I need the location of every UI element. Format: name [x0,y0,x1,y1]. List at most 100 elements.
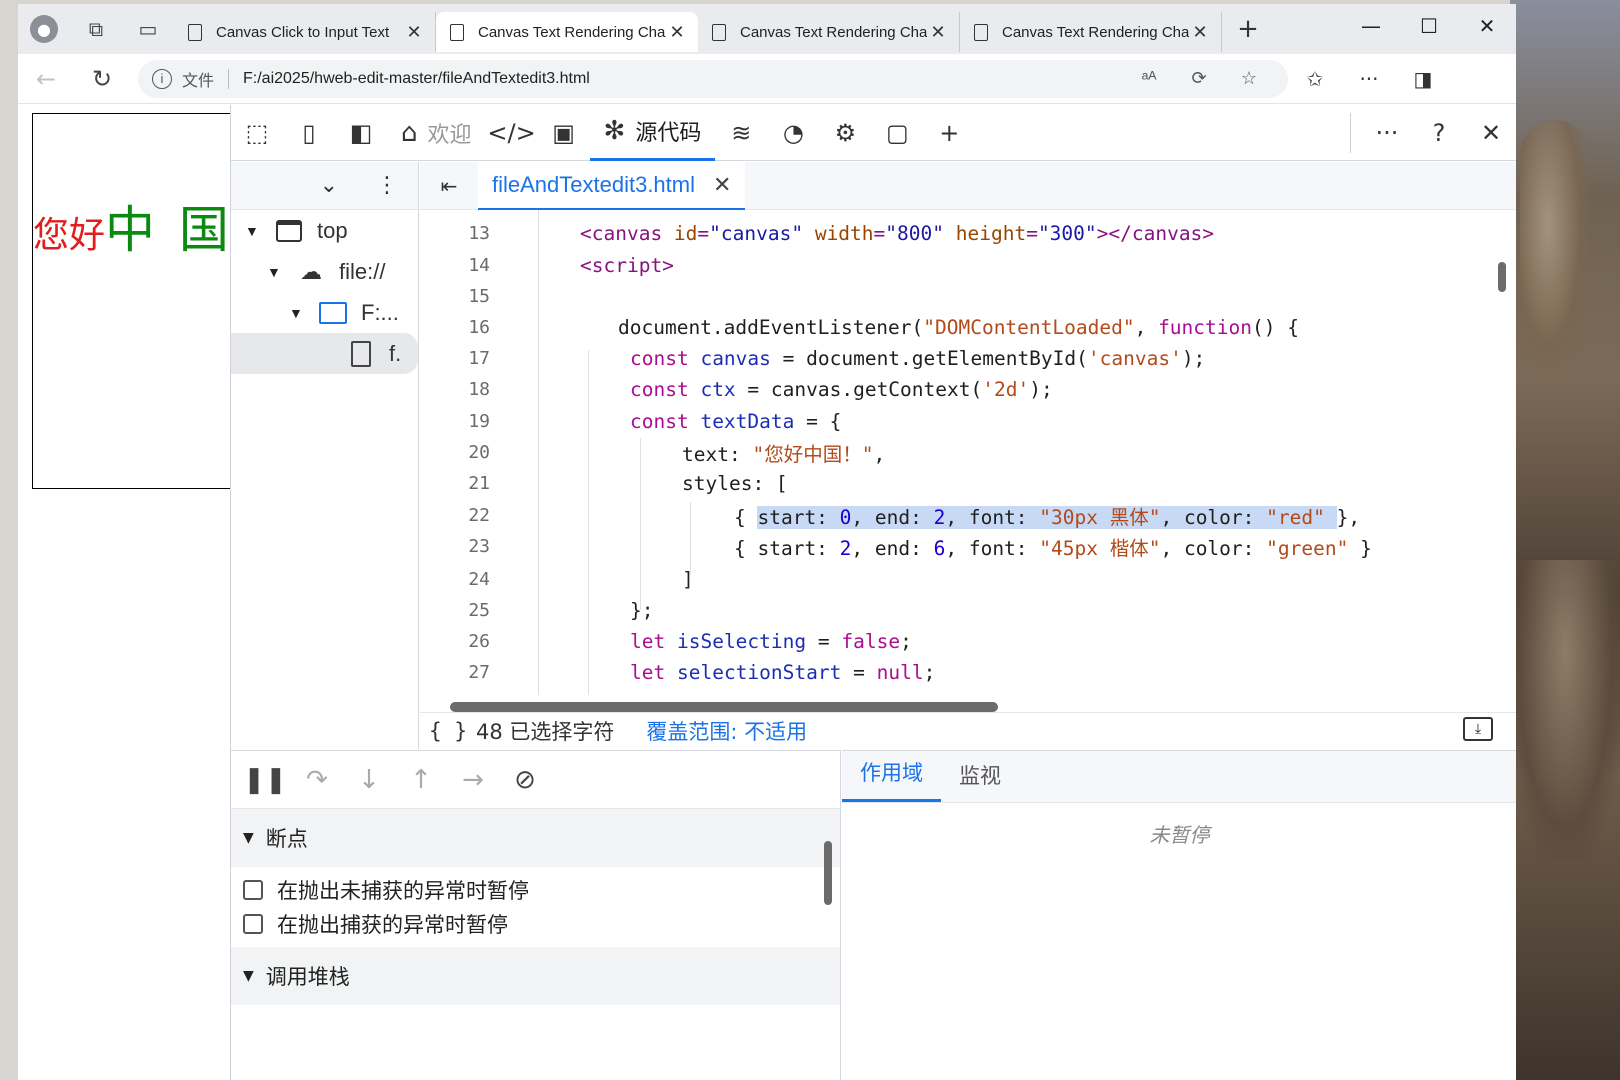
more-menu-icon[interactable]: ··· [1342,67,1396,91]
tab-title: Canvas Text Rendering Cha [478,23,666,41]
back-button[interactable]: ← [18,65,74,93]
expanded-triangle-icon[interactable]: ▼ [289,305,307,321]
pretty-print-button[interactable]: { } [420,719,476,743]
close-tab-icon[interactable]: ✕ [403,22,425,43]
close-tab-icon[interactable]: ✕ [666,22,688,43]
browser-tab-active[interactable]: Canvas Text Rendering Cha ✕ [436,12,698,52]
tab-sources[interactable]: ✻ 源代码 [589,105,716,161]
inspect-icon[interactable]: ⬚ [231,105,283,161]
line-number: 26 [468,631,490,652]
info-icon[interactable]: i [152,68,172,89]
url-text[interactable]: F:/ai2025/hweb-edit-master/fileAndTexted… [243,70,1124,88]
pause-caught-option[interactable]: 在抛出捕获的异常时暂停 [231,907,840,941]
toggle-navigator-icon[interactable]: ⇤ [420,174,478,198]
code-text: document.addEventListener("DOMContentLoa… [618,316,1299,339]
scroll-thumb[interactable] [450,702,998,712]
device-emulation-icon[interactable]: ▯ [283,105,335,161]
download-icon[interactable]: ⤓ [1463,717,1493,741]
step-over-icon[interactable]: ↷ [291,765,343,795]
line-number: 13 [468,223,490,244]
profile-button[interactable]: ● [18,4,70,54]
minimize-button[interactable]: — [1342,4,1400,50]
reload-button[interactable]: ↻ [74,65,130,93]
browser-tab[interactable]: Canvas Text Rendering Cha ✕ [960,12,1222,52]
canvas-red-text: 您好 [33,215,106,256]
horizontal-scrollbar[interactable] [444,700,1444,712]
close-file-icon[interactable]: ✕ [713,172,731,198]
code-line: 14 <script> [420,250,1500,281]
scroll-thumb[interactable] [824,841,832,905]
code-area[interactable]: 13 <canvas id="canvas" width="800" heigh… [420,210,1500,695]
dock-icon[interactable]: ◧ [335,105,387,161]
favorites-icon[interactable]: ✩ [1288,67,1342,91]
elements-icon[interactable]: </> [486,105,538,161]
close-tab-icon[interactable]: ✕ [1189,22,1211,43]
sidebar-toggle-icon[interactable]: ◨ [1396,67,1450,91]
pause-uncaught-option[interactable]: 在抛出未捕获的异常时暂停 [231,873,840,907]
line-number: 16 [468,317,490,338]
step-into-icon[interactable]: ↓ [343,765,395,795]
chevron-down-icon[interactable]: ⌄ [320,173,338,198]
checkbox[interactable] [243,880,263,900]
close-devtools-icon[interactable]: ✕ [1465,105,1516,161]
debugger-controls: ❚❚ ↷ ↓ ↑ → ⊘ [231,751,840,809]
editor-file-tab[interactable]: fileAndTextedit3.html ✕ [478,161,746,210]
callstack-section-header[interactable]: ▼ 调用堆栈 [231,947,840,1005]
section-title: 调用堆栈 [265,965,350,989]
cloud-icon: ☁ [300,258,322,284]
read-aloud-icon[interactable]: ᵃᴬ [1124,68,1174,89]
tree-node-file-scheme[interactable]: ▼ ☁ file:// [231,251,418,292]
expanded-triangle-icon[interactable]: ▼ [267,264,285,280]
performance-icon[interactable]: ◔ [767,105,819,161]
checkbox[interactable] [243,914,263,934]
tree-node-label: F:... [361,299,399,325]
pause-icon[interactable]: ❚❚ [239,765,291,795]
deactivate-breakpoints-icon[interactable]: ⊘ [499,765,551,795]
help-icon[interactable]: ? [1413,105,1465,161]
console-icon[interactable]: ▣ [538,105,590,161]
line-number: 17 [468,348,490,369]
step-out-icon[interactable]: ↑ [395,765,447,795]
address-bar[interactable]: i 文件 F:/ai2025/hweb-edit-master/fileAndT… [138,59,1288,98]
tab-scope[interactable]: 作用域 [842,757,941,802]
expanded-triangle-icon: ▼ [243,830,254,846]
close-window-button[interactable]: ✕ [1458,4,1516,50]
workspaces-button[interactable]: ⧉ [70,4,122,54]
favorite-star-icon[interactable]: ☆ [1224,68,1274,89]
more-options-icon[interactable]: ··· [1361,105,1413,161]
tab-watch[interactable]: 监视 [941,760,1019,802]
browser-tab[interactable]: Canvas Click to Input Text ✕ [174,12,436,52]
scroll-thumb[interactable] [1498,262,1506,292]
tree-node-file[interactable]: f. [231,333,418,374]
navigator-header: ⌄ ⋮ [231,162,418,210]
step-icon[interactable]: → [447,765,499,795]
breakpoints-section-header[interactable]: ▼ 断点 [231,809,840,867]
browser-tab[interactable]: Canvas Text Rendering Cha ✕ [698,12,960,52]
line-number: 22 [468,505,490,526]
code-line: 27 let selectionStart = null; [420,657,1500,688]
code-line: 21 styles: [ [420,468,1500,499]
text-canvas[interactable]: 您好中 国 [32,113,242,489]
vertical-scrollbar[interactable] [1497,218,1507,688]
code-text: const canvas = document.getElementById('… [630,347,1206,370]
new-tab-button[interactable]: + [1228,14,1268,44]
application-icon[interactable]: ▢ [871,105,923,161]
expanded-triangle-icon[interactable]: ▼ [245,223,263,239]
tab-welcome[interactable]: ⌂ 欢迎 [387,105,486,161]
tab-actions-button[interactable]: ▭ [122,4,174,54]
more-tools-icon[interactable]: + [923,105,975,161]
network-icon[interactable]: ≋ [715,105,767,161]
maximize-button[interactable]: ☐ [1400,4,1458,50]
refresh-icon[interactable]: ⟳ [1174,68,1224,89]
tab-actions-icon: ▭ [138,17,158,41]
tree-node-top[interactable]: ▼ top [231,210,418,251]
tree-node-folder[interactable]: ▼ F:... [231,292,418,333]
navigator-menu-icon[interactable]: ⋮ [376,173,398,198]
coverage-link[interactable]: 覆盖范围: 不适用 [646,716,807,746]
memory-icon[interactable]: ⚙ [819,105,871,161]
vertical-scrollbar[interactable] [824,817,834,1067]
desktop-wallpaper [1510,0,1620,1080]
code-text: let isSelecting = false; [630,630,912,653]
code-line: 25 }; [420,595,1500,626]
close-tab-icon[interactable]: ✕ [927,22,949,43]
